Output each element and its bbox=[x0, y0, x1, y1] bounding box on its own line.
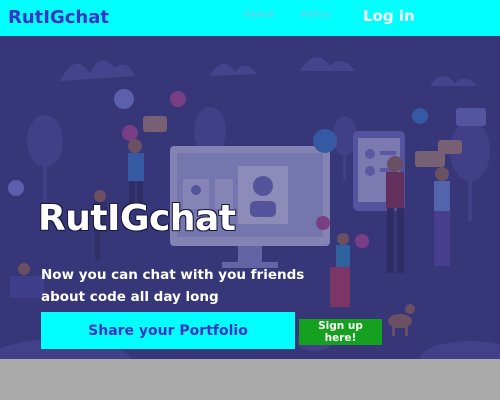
sign-up-button[interactable]: Sign up here! bbox=[299, 319, 382, 345]
login-link[interactable]: Log in bbox=[363, 7, 415, 25]
hero-section: RutIGchat Now you can chat with you frie… bbox=[0, 36, 500, 359]
navbar: RutIGchat About Policy Log in bbox=[0, 0, 500, 36]
brand-logo[interactable]: RutIGchat bbox=[8, 7, 109, 28]
nav-link-about[interactable]: About bbox=[244, 10, 274, 20]
hero-tagline: Now you can chat with you friends about … bbox=[41, 267, 305, 305]
share-portfolio-button[interactable]: Share your Portfolio bbox=[41, 312, 295, 349]
nav-link-policy[interactable]: Policy bbox=[300, 10, 330, 20]
hero-title: RutIGchat bbox=[38, 198, 236, 239]
